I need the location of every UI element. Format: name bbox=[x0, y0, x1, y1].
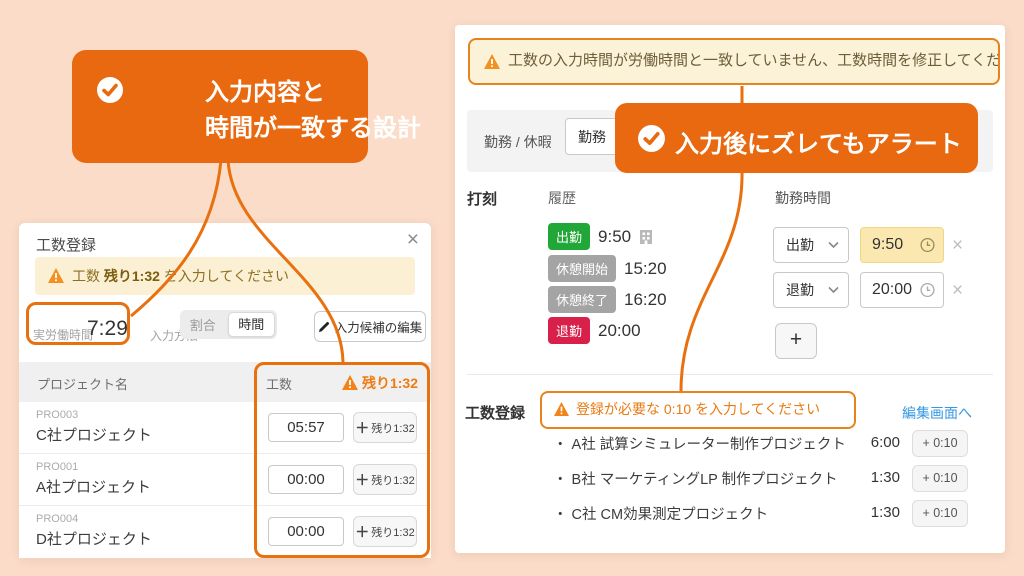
callout-text-line2: 時間が一致する設計 bbox=[205, 108, 421, 143]
project-name: A社プロジェクト bbox=[36, 476, 151, 497]
callout-alert-on-mismatch: 入力後にズレてもアラート bbox=[615, 103, 978, 173]
kosu-item-time: 1:30 bbox=[871, 504, 900, 521]
remaining-alert: 工数 残り1:32 を入力してください bbox=[35, 257, 415, 295]
kosu-item-name: ・ C社 CM効果測定プロジェクト bbox=[553, 503, 768, 524]
toggle-option-time[interactable]: 時間 bbox=[228, 312, 276, 337]
table-row: PRO001 A社プロジェクト ＋残り1:32 bbox=[19, 454, 431, 506]
worktime-type-select[interactable]: 退勤 bbox=[773, 272, 849, 308]
project-name: C社プロジェクト bbox=[36, 424, 152, 445]
kosu-required-alert: 登録が必要な 0:10 を入力してください bbox=[540, 391, 856, 429]
remove-row-icon[interactable]: × bbox=[952, 281, 963, 300]
add-remaining-button[interactable]: ＋残り1:32 bbox=[353, 516, 417, 547]
chevron-down-icon bbox=[828, 242, 839, 249]
page-background: 工数登録 × 工数 残り1:32 を入力してください 実労働時間 7:29 入力… bbox=[0, 0, 1024, 576]
building-icon bbox=[639, 229, 653, 245]
warning-icon bbox=[554, 402, 569, 416]
table-row: PRO004 D社プロジェクト ＋残り1:32 bbox=[19, 506, 431, 558]
add-time-button[interactable]: + 0:10 bbox=[912, 500, 968, 527]
project-name: D社プロジェクト bbox=[36, 528, 152, 549]
project-code: PRO003 bbox=[36, 409, 78, 421]
kosu-input[interactable] bbox=[268, 413, 344, 442]
worktime-end-field[interactable]: 20:00 bbox=[860, 272, 944, 308]
kosu-input[interactable] bbox=[268, 465, 344, 494]
stamp-badge: 出勤 bbox=[548, 223, 590, 250]
table-row: PRO003 C社プロジェクト ＋残り1:32 bbox=[19, 402, 431, 454]
stamp-entry: 退勤 20:00 bbox=[548, 317, 641, 344]
plus-icon: ＋ bbox=[355, 470, 369, 490]
col-kosu: 工数 bbox=[266, 374, 292, 393]
stamp-time: 16:20 bbox=[624, 290, 667, 310]
stamp-time: 9:50 bbox=[598, 227, 631, 247]
remove-row-icon[interactable]: × bbox=[952, 236, 963, 255]
kosu-item-name: ・ A社 試算シミュレーター制作プロジェクト bbox=[553, 433, 846, 454]
callout-text: 入力後にズレてもアラート bbox=[675, 124, 962, 159]
add-time-button[interactable]: + 0:10 bbox=[912, 465, 968, 492]
add-time-button[interactable]: + 0:10 bbox=[912, 430, 968, 457]
pencil-icon bbox=[318, 321, 330, 333]
table-header: プロジェクト名 工数 残り1:32 bbox=[19, 362, 431, 402]
col-remaining: 残り1:32 bbox=[346, 373, 418, 393]
kosu-item-time: 1:30 bbox=[871, 469, 900, 486]
stamp-time: 20:00 bbox=[598, 321, 641, 341]
col-project-name: プロジェクト名 bbox=[37, 374, 128, 393]
project-code: PRO001 bbox=[36, 461, 78, 473]
warning-icon bbox=[484, 54, 500, 69]
input-method-toggle: 割合 時間 bbox=[180, 310, 277, 339]
history-label: 履歴 bbox=[548, 188, 576, 208]
warning-icon bbox=[48, 268, 64, 283]
mismatch-alert-text: 工数の入力時間が労働時間と一致していません、工数時間を修正してください bbox=[508, 40, 1000, 82]
plus-icon: ＋ bbox=[355, 418, 369, 438]
check-circle-icon bbox=[96, 76, 124, 104]
warning-icon bbox=[342, 375, 358, 390]
dakoku-label: 打刻 bbox=[467, 188, 497, 209]
plus-icon: ＋ bbox=[355, 522, 369, 542]
divider bbox=[467, 374, 993, 375]
kosu-item-name: ・ B社 マーケティングLP 制作プロジェクト bbox=[553, 468, 838, 489]
clock-icon bbox=[920, 238, 935, 253]
worktime-type-select[interactable]: 出勤 bbox=[773, 227, 849, 263]
remaining-alert-text: 工数 残り1:32 を入力してください bbox=[72, 257, 289, 295]
stamp-entry: 休憩終了 16:20 bbox=[548, 286, 667, 313]
callout-text-line1: 入力内容と bbox=[205, 72, 325, 107]
actual-worktime-label: 実労働時間 bbox=[33, 326, 93, 343]
add-remaining-button[interactable]: ＋残り1:32 bbox=[353, 464, 417, 495]
stamp-badge: 退勤 bbox=[548, 317, 590, 344]
close-icon[interactable]: × bbox=[407, 229, 419, 250]
kosu-registration-modal: 工数登録 × 工数 残り1:32 を入力してください 実労働時間 7:29 入力… bbox=[19, 223, 431, 558]
add-worktime-button[interactable]: + bbox=[775, 323, 817, 359]
edit-screen-link[interactable]: 編集画面へ bbox=[902, 403, 972, 423]
edit-candidates-button[interactable]: 入力候補の編集 bbox=[314, 311, 426, 342]
chevron-down-icon bbox=[828, 287, 839, 294]
stamp-time: 15:20 bbox=[624, 259, 667, 279]
stamp-entry: 出勤 9:50 bbox=[548, 223, 653, 250]
project-code: PRO004 bbox=[36, 513, 78, 525]
clock-icon bbox=[920, 283, 935, 298]
worktime-label: 勤務時間 bbox=[775, 188, 831, 208]
kosu-required-alert-text: 登録が必要な 0:10 を入力してください bbox=[576, 393, 820, 426]
work-leave-label: 勤務 / 休暇 bbox=[484, 132, 552, 152]
kosu-section-label: 工数登録 bbox=[465, 402, 525, 423]
edit-candidates-label: 入力候補の編集 bbox=[335, 317, 423, 336]
callout-input-matches-design: 入力内容と 時間が一致する設計 bbox=[72, 50, 368, 163]
stamp-entry: 休憩開始 15:20 bbox=[548, 255, 667, 282]
actual-worktime-value: 7:29 bbox=[87, 317, 128, 341]
modal-title: 工数登録 bbox=[36, 234, 96, 255]
toggle-option-ratio[interactable]: 割合 bbox=[180, 315, 226, 334]
add-remaining-button[interactable]: ＋残り1:32 bbox=[353, 412, 417, 443]
kosu-input[interactable] bbox=[268, 517, 344, 546]
kosu-item-time: 6:00 bbox=[871, 434, 900, 451]
stamp-badge: 休憩終了 bbox=[548, 286, 616, 313]
worktime-start-field[interactable]: 9:50 bbox=[860, 227, 944, 263]
check-circle-icon bbox=[637, 124, 666, 153]
mismatch-alert: 工数の入力時間が労働時間と一致していません、工数時間を修正してください bbox=[468, 38, 1000, 85]
stamp-badge: 休憩開始 bbox=[548, 255, 616, 282]
